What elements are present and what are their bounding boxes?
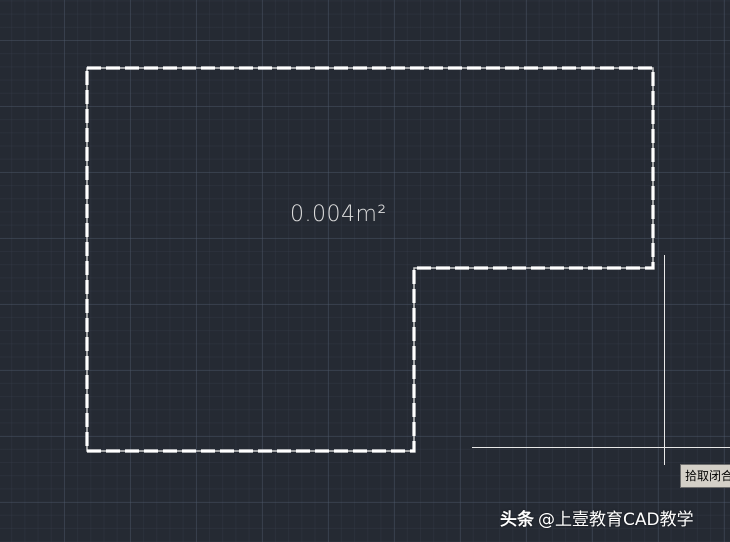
area-label: 0.004m² xyxy=(290,202,387,227)
cursor-crosshair-horizontal xyxy=(472,447,730,448)
boundary-outline xyxy=(86,67,654,452)
boundary-polyline xyxy=(85,66,655,453)
watermark-brand: 头条 xyxy=(500,510,534,530)
boundary-dashed-highlight xyxy=(85,66,655,453)
watermark: 头条 @上壹教育CAD教学 xyxy=(500,505,694,530)
model-space-canvas[interactable]: 0.004m² 拾取闭合 头条 @上壹教育CAD教学 xyxy=(0,0,730,542)
cursor-tooltip: 拾取闭合 xyxy=(680,464,730,488)
watermark-author: @上壹教育CAD教学 xyxy=(538,510,694,530)
cursor-crosshair-vertical xyxy=(664,255,665,465)
